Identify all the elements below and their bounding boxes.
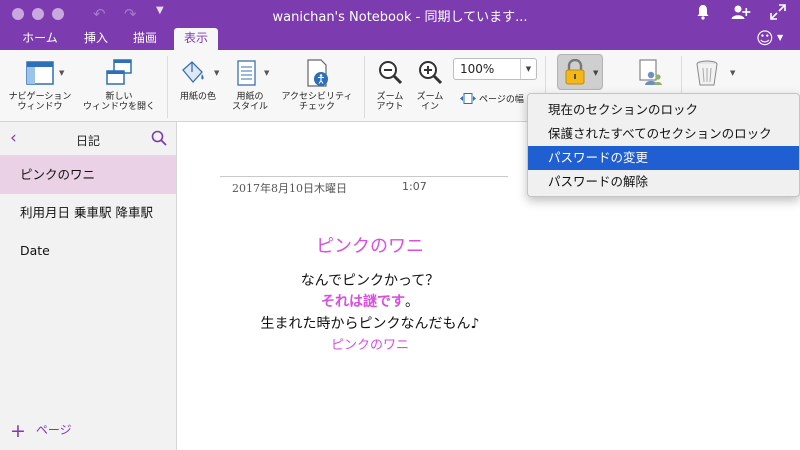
menu-item-change-password[interactable]: パスワードの変更: [528, 146, 799, 170]
chevron-down-icon: ▼: [264, 69, 270, 77]
note-line[interactable]: それは謎です。: [200, 291, 540, 311]
menu-item-remove-password[interactable]: パスワードの解除: [528, 170, 799, 194]
note-title[interactable]: ピンクのワニ: [200, 232, 540, 258]
authors-icon: [639, 59, 662, 85]
tab-view[interactable]: 表示: [174, 28, 218, 50]
bell-icon[interactable]: [696, 4, 710, 24]
window-title: wanichan's Notebook - 同期しています...: [272, 10, 528, 25]
note-line[interactable]: ピンクのワニ: [200, 334, 540, 353]
ribbon-tab-bar: ホーム 挿入 描画 表示 ☺ ▼: [0, 28, 800, 50]
title-bar: ↶ ↷ ▼ wanichan's Notebook - 同期しています...: [0, 0, 800, 28]
accessibility-check-label: アクセシビリティ チェック: [281, 92, 353, 112]
note-line[interactable]: なんでピンクかって？: [200, 270, 540, 290]
zoom-level-select[interactable]: 100% ▼: [453, 58, 537, 80]
paper-color-button[interactable]: ▼ 用紙の色: [172, 50, 224, 122]
new-window-button[interactable]: 新しい ウィンドウを開く: [78, 50, 160, 122]
note-emphasis-text: それは謎です: [321, 294, 405, 310]
paper-style-label: 用紙の スタイル: [231, 92, 268, 112]
new-window-icon: [106, 59, 132, 85]
chevron-down-icon: ▼: [593, 69, 599, 77]
lined-paper-icon: [237, 60, 256, 86]
search-icon[interactable]: [151, 130, 167, 149]
zoom-in-button[interactable]: ズーム イン: [410, 50, 450, 122]
add-page-label: ページ: [35, 423, 72, 437]
accessibility-check-button[interactable]: アクセシビリティ チェック: [276, 50, 358, 122]
chevron-down-icon[interactable]: ▼: [520, 59, 536, 79]
tab-draw[interactable]: 描画: [122, 28, 168, 50]
page-list-item[interactable]: ピンクのワニ: [0, 156, 176, 194]
menu-item-lock-all-sections[interactable]: 保護されたすべてのセクションのロック: [528, 122, 799, 146]
fullscreen-icon[interactable]: [770, 4, 786, 24]
page-list-item[interactable]: Date: [0, 232, 176, 270]
trash-can-icon: [696, 60, 718, 86]
paint-bucket-icon: [182, 61, 204, 83]
page-list-sidebar: ‹ 日記 ピンクのワニ 利用月日 乗車駅 降車駅 Date + ページ: [0, 122, 177, 450]
plus-icon: +: [10, 420, 26, 442]
page-width-button[interactable]: ページの幅: [460, 92, 524, 105]
sidebar-header: ‹ 日記: [0, 122, 176, 156]
password-lock-button[interactable]: ▼: [557, 54, 603, 90]
ribbon-divider: [167, 56, 168, 118]
chevron-down-icon: ▼: [730, 69, 736, 77]
zoom-in-label: ズーム イン: [416, 92, 444, 112]
zoom-out-icon: [379, 61, 403, 85]
chevron-down-icon: ▼: [214, 69, 220, 77]
paper-style-button[interactable]: ▼ 用紙の スタイル: [226, 50, 274, 122]
page-width-label: ページの幅: [479, 95, 524, 105]
paper-color-label: 用紙の色: [179, 92, 216, 102]
title-underline: [220, 176, 508, 177]
ribbon-divider: [364, 56, 365, 118]
note-date: 2017年8月10日木曜日: [232, 182, 347, 195]
padlock-icon: [565, 59, 585, 85]
note-time: 1:07: [402, 180, 427, 193]
navigation-window-button[interactable]: ▼ ナビゲーション ウィンドウ: [4, 50, 76, 122]
zoom-in-icon: [419, 61, 443, 85]
add-user-icon[interactable]: [731, 4, 751, 24]
chevron-down-icon[interactable]: ▼: [777, 33, 783, 42]
chevron-down-icon: ▼: [59, 69, 65, 77]
navigation-window-label: ナビゲーション ウィンドウ: [8, 92, 72, 112]
tab-insert[interactable]: 挿入: [76, 28, 116, 50]
zoom-out-label: ズーム アウト: [376, 92, 404, 112]
section-title: 日記: [75, 134, 100, 148]
zoom-out-button[interactable]: ズーム アウト: [370, 50, 410, 122]
lock-dropdown-menu: 現在のセクションのロック 保護されたすべてのセクションのロック パスワードの変更…: [527, 93, 800, 197]
accessibility-icon: [307, 59, 328, 87]
note-line[interactable]: 生まれた時からピンクなんだもん♪: [200, 313, 540, 333]
add-page-button[interactable]: + ページ: [10, 420, 72, 442]
page-width-icon: [460, 93, 476, 104]
new-window-label: 新しい ウィンドウを開く: [82, 92, 155, 112]
feedback-smiley-icon[interactable]: ☺: [756, 29, 774, 49]
note-line-end: 。: [405, 294, 419, 310]
page-list-item[interactable]: 利用月日 乗車駅 降車駅: [0, 194, 176, 232]
menu-item-lock-current-section[interactable]: 現在のセクションのロック: [528, 98, 799, 122]
tab-home[interactable]: ホーム: [10, 28, 70, 50]
zoom-level-value: 100%: [460, 62, 495, 76]
navigation-pane-icon: [26, 61, 54, 85]
